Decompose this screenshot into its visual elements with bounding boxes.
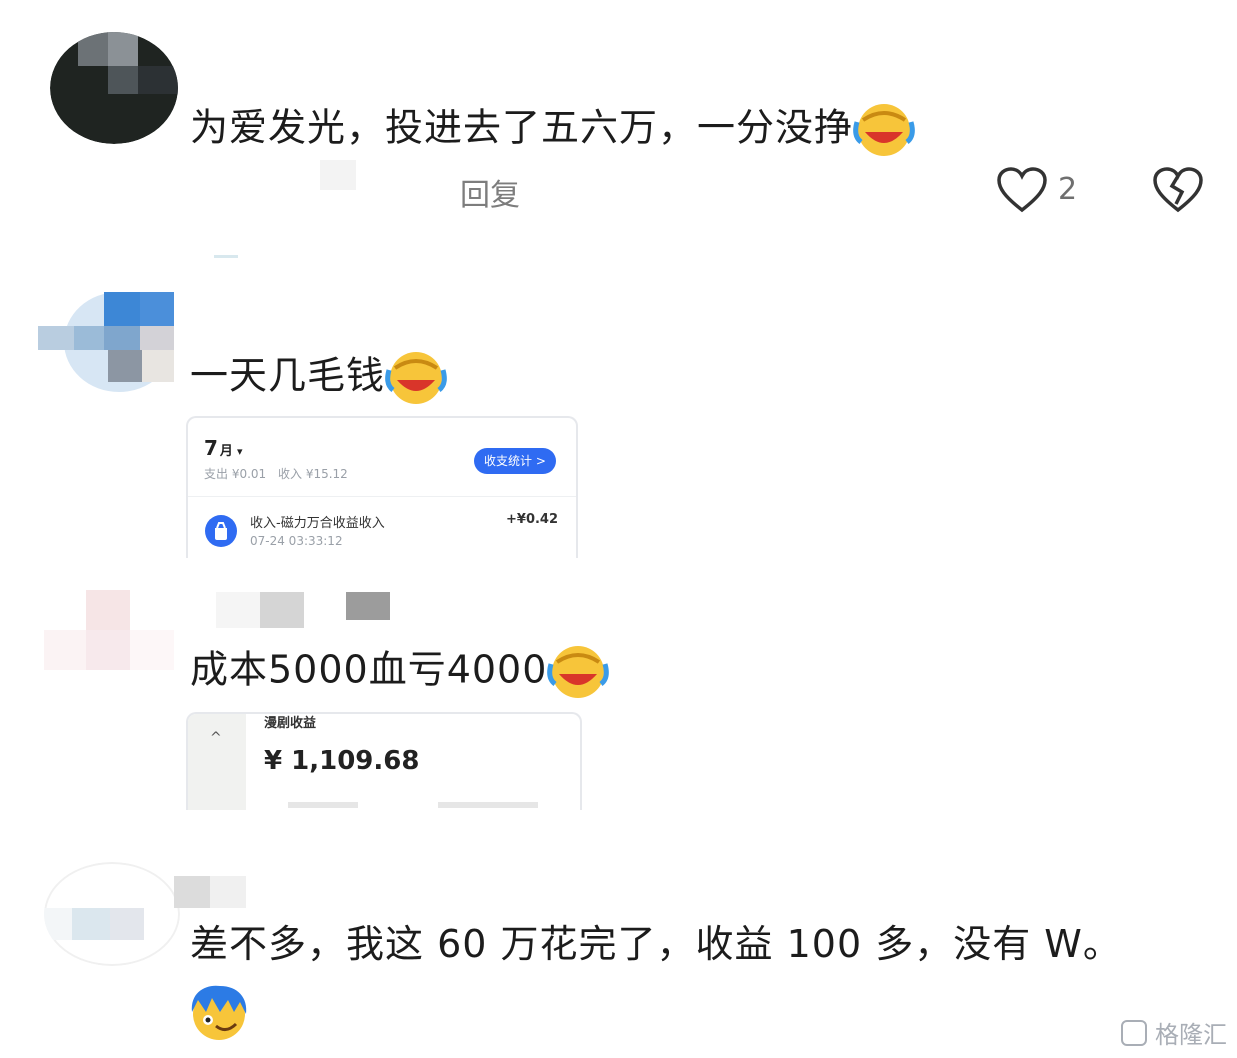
blue-hair-face-emoji: [186, 982, 252, 1042]
avatar[interactable]: [50, 32, 178, 144]
divider-fragment: [214, 255, 238, 258]
income-summary: 收入 ¥15.12: [278, 467, 348, 481]
comment-body: 差不多，我这 60 万花完了，收益 100 多，没有 W。: [190, 922, 1122, 966]
heart-icon: [996, 166, 1048, 218]
avatar[interactable]: [44, 862, 180, 966]
avatar[interactable]: [44, 590, 176, 670]
month-unit: 月: [219, 444, 233, 459]
blurred-username: [210, 876, 246, 908]
blurred-username: [260, 592, 304, 628]
entry-title: 收入-磁力万合收益收入: [250, 516, 385, 531]
comment-text: 成本5000血亏4000: [190, 644, 610, 700]
comment-body: 一天几毛钱: [190, 353, 386, 398]
dislike-icon[interactable]: [1152, 166, 1204, 218]
like-button[interactable]: 2: [996, 166, 1086, 216]
comment-text: 为爱发光，投进去了五六万，一分没挣: [190, 102, 915, 158]
money-bag-icon: [204, 514, 238, 552]
like-count: 2: [1058, 172, 1078, 207]
divider: [188, 496, 576, 497]
entry-time: 07-24 03:33:12: [250, 534, 343, 548]
avatar[interactable]: [38, 292, 174, 392]
comment-body: 成本5000血亏4000: [190, 647, 548, 692]
earnings-title: 漫剧收益: [264, 716, 317, 731]
laughing-crying-emoji: [547, 644, 610, 700]
month: 7: [204, 436, 218, 460]
watermark: 格隆汇: [1121, 1015, 1227, 1050]
expense-summary: 支出 ¥0.01: [204, 467, 267, 481]
comment-body: 为爱发光，投进去了五六万，一分没挣: [190, 105, 854, 150]
blurred-username: [216, 592, 260, 628]
blurred-row: [438, 802, 538, 808]
earnings-amount: ¥ 1,109.68: [264, 746, 420, 776]
watermark-text: 格隆汇: [1155, 1021, 1227, 1049]
stats-button: 收支统计 >: [474, 448, 556, 474]
comment-text: 差不多，我这 60 万花完了，收益 100 多，没有 W。: [190, 922, 1122, 966]
entry-amount: +¥0.42: [506, 512, 559, 527]
blurred-meta: [320, 160, 356, 190]
reply-button[interactable]: 回复: [460, 170, 520, 214]
laughing-crying-emoji: [385, 350, 447, 406]
laughing-crying-emoji: [853, 102, 915, 158]
chevron-up-icon: ^: [210, 730, 222, 746]
side-panel: [188, 714, 246, 810]
blurred-username: [346, 592, 390, 620]
logo-icon: [1121, 1019, 1148, 1046]
comment-text: 一天几毛钱: [190, 350, 447, 406]
month-selector: 7 月 ▾: [204, 436, 242, 460]
attachment-screenshot[interactable]: 7 月 ▾ 支出 ¥0.01 收入 ¥15.12 收支统计 > 收入-磁力万合收益收…: [186, 416, 578, 558]
blurred-row: [288, 802, 358, 808]
attachment-screenshot[interactable]: ^ 漫剧收益 ¥ 1,109.68: [186, 712, 582, 810]
blurred-username: [174, 876, 210, 908]
chevron-down-icon: ▾: [236, 445, 243, 458]
